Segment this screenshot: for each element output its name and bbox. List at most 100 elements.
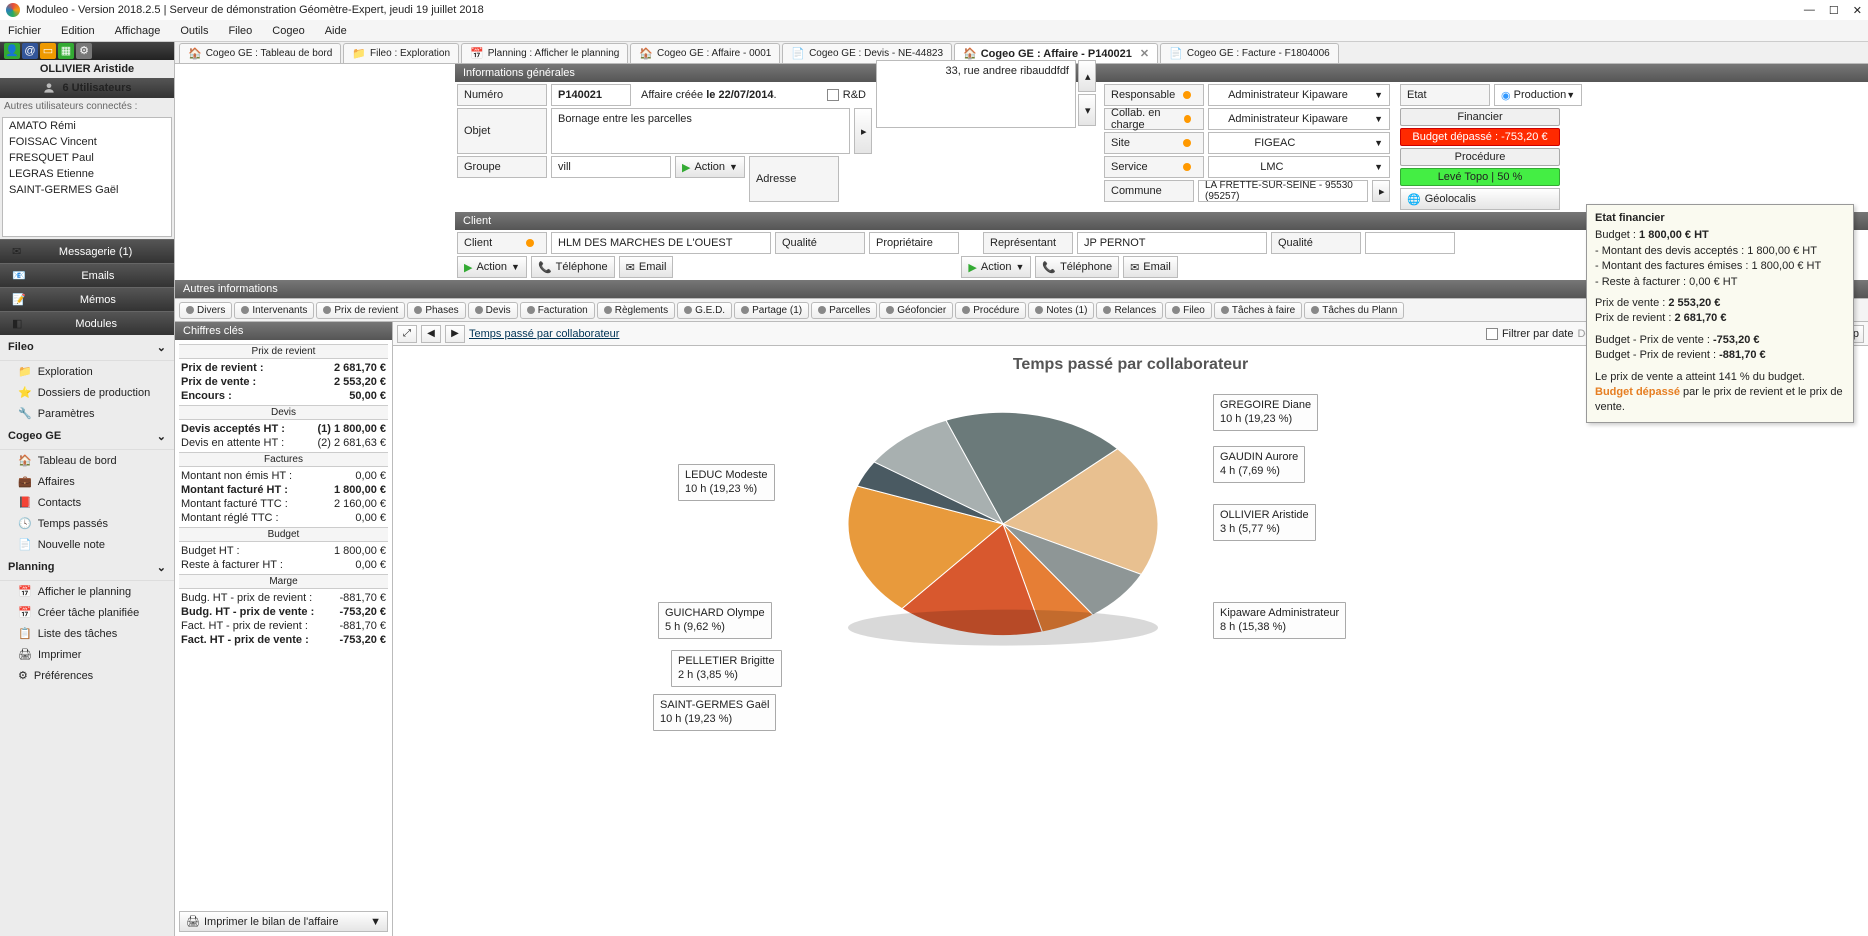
close-button[interactable]: ✕: [1853, 4, 1862, 17]
map-icon[interactable]: ▦: [58, 43, 74, 59]
subtab-relances[interactable]: Relances: [1096, 302, 1163, 319]
user-item[interactable]: AMATO Rémi: [3, 118, 171, 134]
rep-action-button[interactable]: ▶Action▼: [961, 256, 1031, 278]
etat-value[interactable]: ◉ Production▼: [1494, 84, 1582, 106]
rd-checkbox[interactable]: R&D: [821, 84, 872, 106]
sidebar-item-affaires[interactable]: 💼Affaires: [0, 471, 174, 492]
sidebar-icon-strip[interactable]: 👤 @ ▭ ▦ ⚙: [0, 42, 174, 60]
subtab-intervenants[interactable]: Intervenants: [234, 302, 314, 319]
tab-PlanningAfficherleplanning[interactable]: 📅Planning : Afficher le planning: [461, 43, 628, 63]
nav-messagerie[interactable]: ✉Messagerie (1): [0, 239, 174, 263]
close-tab-icon[interactable]: ✕: [1140, 47, 1149, 60]
client-email-button[interactable]: ✉ Email: [619, 256, 674, 278]
tab-CogeoGEAffaire0001[interactable]: 🏠Cogeo GE : Affaire - 0001: [630, 43, 780, 63]
representant-value[interactable]: JP PERNOT: [1077, 232, 1267, 254]
site-value[interactable]: FIGEAC▼: [1208, 132, 1390, 154]
subtab-tchesduplann[interactable]: Tâches du Plann: [1304, 302, 1404, 319]
numero-value[interactable]: P140021: [551, 84, 631, 106]
geolocalis-button[interactable]: 🌐 Géolocalis: [1400, 188, 1560, 210]
subtab-devis[interactable]: Devis: [468, 302, 518, 319]
tool-icon[interactable]: ⚙: [76, 43, 92, 59]
maximize-button[interactable]: ☐: [1829, 4, 1839, 17]
subtab-notes[interactable]: Notes (1): [1028, 302, 1094, 319]
print-bilan-button[interactable]: 🖨 Imprimer le bilan de l'affaire▼: [179, 911, 388, 932]
sidebar-item-crertcheplanifie[interactable]: 📅Créer tâche planifiée: [0, 602, 174, 623]
at-icon[interactable]: @: [22, 43, 38, 59]
section-cogeo ge[interactable]: Cogeo GE⌄: [0, 424, 174, 450]
resp-value[interactable]: Administrateur Kipaware▼: [1208, 84, 1390, 106]
tab-CogeoGEFactureF1804006[interactable]: 📄Cogeo GE : Facture - F1804006: [1160, 43, 1339, 63]
client-action-button[interactable]: ▶Action▼: [457, 256, 527, 278]
nav-emails[interactable]: 📧Emails: [0, 263, 174, 287]
sidebar-item-imprimer[interactable]: 🖨Imprimer: [0, 644, 174, 665]
groupe-value[interactable]: vill: [551, 156, 671, 178]
objet-value[interactable]: Bornage entre les parcelles: [551, 108, 850, 154]
procedure-status[interactable]: Levé Topo | 50 %: [1400, 168, 1560, 186]
sidebar-item-contacts[interactable]: 📕Contacts: [0, 492, 174, 513]
action-button[interactable]: ▶Action▼: [675, 156, 745, 178]
menu-edition[interactable]: Edition: [61, 25, 95, 37]
subtab-phases[interactable]: Phases: [407, 302, 465, 319]
tab-CogeoGETableaudebord[interactable]: 🏠Cogeo GE : Tableau de bord: [179, 43, 341, 63]
sidebar-item-nouvellenote[interactable]: 📄Nouvelle note: [0, 534, 174, 555]
subtab-tchesfaire[interactable]: Tâches à faire: [1214, 302, 1302, 319]
subtab-prixderevient[interactable]: Prix de revient: [316, 302, 405, 319]
qualite2-value[interactable]: [1365, 232, 1455, 254]
users-list[interactable]: AMATO RémiFOISSAC VincentFRESQUET PaulLE…: [2, 117, 172, 237]
subtab-parcelles[interactable]: Parcelles: [811, 302, 877, 319]
user-item[interactable]: FRESQUET Paul: [3, 150, 171, 166]
subtab-divers[interactable]: Divers: [179, 302, 232, 319]
doc-icon[interactable]: ▭: [40, 43, 56, 59]
user-item[interactable]: SAINT-GERMES Gaël: [3, 182, 171, 198]
tab-FileoExploration[interactable]: 📁Fileo : Exploration: [343, 43, 459, 63]
adresse-value[interactable]: 33, rue andree ribauddfdf: [876, 60, 1076, 128]
filter-date-checkbox[interactable]: [1486, 328, 1498, 340]
subtab-fileo[interactable]: Fileo: [1165, 302, 1212, 319]
section-planning[interactable]: Planning⌄: [0, 555, 174, 581]
minimize-button[interactable]: —: [1804, 4, 1815, 17]
commune-value[interactable]: LA FRETTE-SUR-SEINE - 95530 (95257): [1198, 180, 1368, 202]
chart-fullscreen-button[interactable]: ⤢: [397, 325, 417, 343]
menu-affichage[interactable]: Affichage: [115, 25, 161, 37]
sidebar-item-afficherleplanning[interactable]: 📅Afficher le planning: [0, 581, 174, 602]
commune-arrow-button[interactable]: ▸: [1372, 180, 1390, 202]
sidebar-item-paramtres[interactable]: 🔧Paramètres: [0, 403, 174, 424]
nav-modules[interactable]: ◧Modules: [0, 311, 174, 335]
user-item[interactable]: LEGRAS Etienne: [3, 166, 171, 182]
menu-cogeo[interactable]: Cogeo: [272, 25, 304, 37]
sidebar-item-dossiersdeproduction[interactable]: ⭐Dossiers de production: [0, 382, 174, 403]
sidebar-item-prfrences[interactable]: ⚙Préférences: [0, 665, 174, 686]
client-tel-button[interactable]: 📞 Téléphone: [531, 256, 615, 278]
adresse-down-button[interactable]: ▾: [1078, 94, 1096, 126]
subtab-rglements[interactable]: Règlements: [597, 302, 675, 319]
service-value[interactable]: LMC▼: [1208, 156, 1390, 178]
sidebar-item-tempspasss[interactable]: 🕓Temps passés: [0, 513, 174, 534]
client-value[interactable]: HLM DES MARCHES DE L'OUEST: [551, 232, 771, 254]
qualite-value[interactable]: Propriétaire: [869, 232, 959, 254]
subtab-procdure[interactable]: Procédure: [955, 302, 1026, 319]
nav-mmos[interactable]: 📝Mémos: [0, 287, 174, 311]
sidebar-item-tableaudebord[interactable]: 🏠Tableau de bord: [0, 450, 174, 471]
chart-link[interactable]: Temps passé par collaborateur: [469, 328, 619, 340]
menu-fileo[interactable]: Fileo: [228, 25, 252, 37]
subtab-ged[interactable]: G.E.D.: [677, 302, 732, 319]
subtab-gofoncier[interactable]: Géofoncier: [879, 302, 953, 319]
chart-next-button[interactable]: ▶: [445, 325, 465, 343]
collab-value[interactable]: Administrateur Kipaware▼: [1208, 108, 1390, 130]
menu-fichier[interactable]: Fichier: [8, 25, 41, 37]
sidebar-item-exploration[interactable]: 📁Exploration: [0, 361, 174, 382]
financier-status[interactable]: Budget dépassé : -753,20 €: [1400, 128, 1560, 146]
rep-tel-button[interactable]: 📞 Téléphone: [1035, 256, 1119, 278]
menu-outils[interactable]: Outils: [180, 25, 208, 37]
rep-email-button[interactable]: ✉ Email: [1123, 256, 1178, 278]
section-fileo[interactable]: Fileo⌄: [0, 335, 174, 361]
chart-prev-button[interactable]: ◀: [421, 325, 441, 343]
adresse-up-button[interactable]: ▴: [1078, 60, 1096, 92]
subtab-facturation[interactable]: Facturation: [520, 302, 595, 319]
sidebar-item-listedestches[interactable]: 📋Liste des tâches: [0, 623, 174, 644]
subtab-partage[interactable]: Partage (1): [734, 302, 809, 319]
objet-expand-button[interactable]: ▸: [854, 108, 872, 154]
user-icon[interactable]: 👤: [4, 43, 20, 59]
menu-aide[interactable]: Aide: [325, 25, 347, 37]
user-item[interactable]: FOISSAC Vincent: [3, 134, 171, 150]
